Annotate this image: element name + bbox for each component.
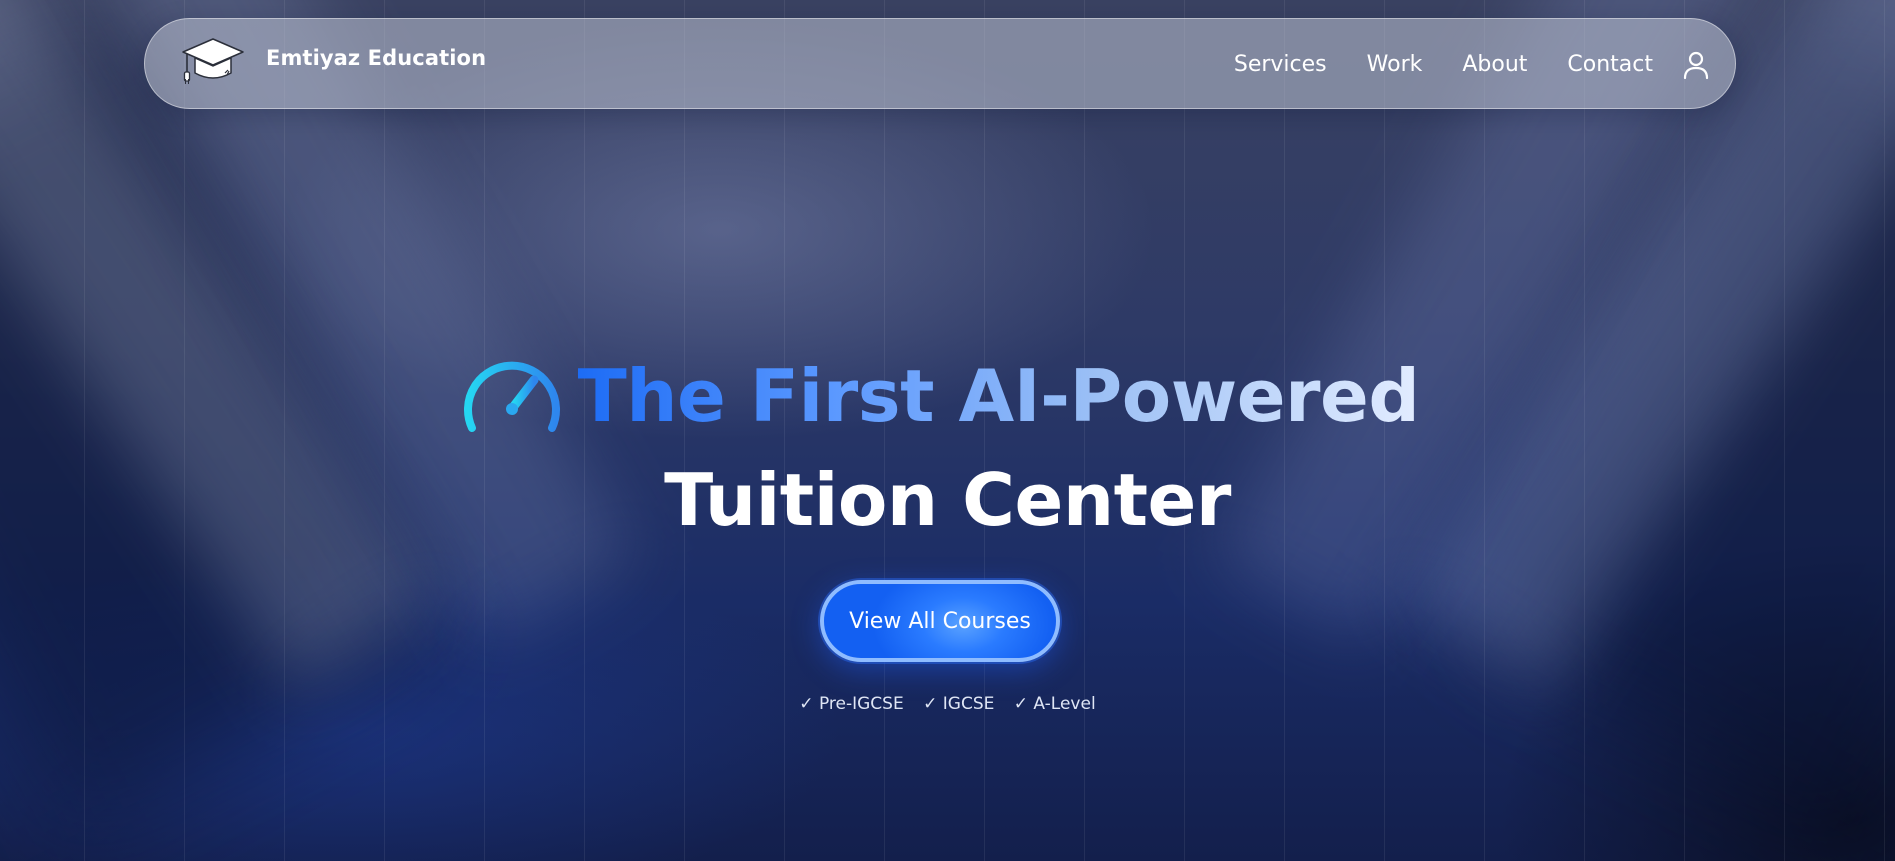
nav-link-work[interactable]: Work <box>1367 52 1423 77</box>
tag-igcse: ✓ IGCSE <box>923 694 995 714</box>
graduation-cap-icon[interactable] <box>181 35 245 87</box>
user-icon[interactable] <box>1683 50 1709 80</box>
hero-title-line1: The First AI-Powered <box>577 354 1420 438</box>
view-all-courses-button[interactable]: View All Courses <box>820 580 1060 662</box>
nav-link-services[interactable]: Services <box>1234 52 1327 77</box>
brand-name[interactable]: Emtiyaz Education <box>266 46 486 70</box>
speedometer-icon <box>463 358 560 432</box>
nav-link-contact[interactable]: Contact <box>1567 52 1653 77</box>
tag-a-level: ✓ A-Level <box>1013 694 1096 714</box>
tag-pre-igcse: ✓ Pre-IGCSE <box>799 694 904 714</box>
navbar: Emtiyaz Education Services Work About Co… <box>144 18 1736 109</box>
hero-title: The First AI-Powered Tuition Center <box>0 354 1895 542</box>
main-nav: Services Work About Contact <box>1234 19 1709 110</box>
course-level-tags: ✓ Pre-IGCSE ✓ IGCSE ✓ A-Level <box>0 694 1895 714</box>
nav-link-about[interactable]: About <box>1462 52 1527 77</box>
hero-title-line2: Tuition Center <box>664 458 1231 542</box>
